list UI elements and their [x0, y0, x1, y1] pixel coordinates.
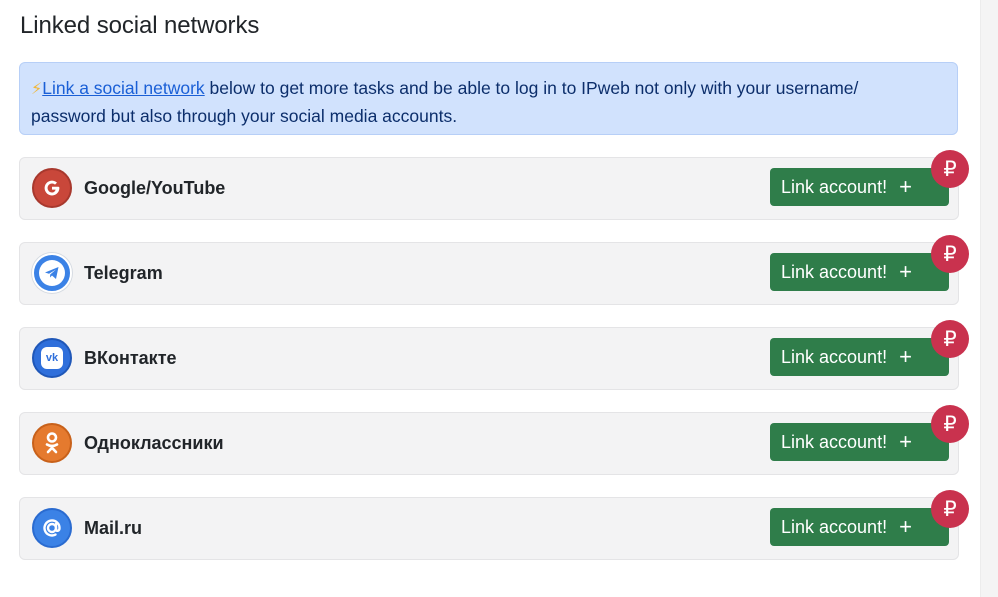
- ruble-badge-icon: ₽: [931, 235, 969, 273]
- google-icon: [32, 168, 72, 208]
- link-account-button[interactable]: Link account! +: [770, 338, 949, 376]
- network-row-odnoklassniki: Одноклассники Link account! + ₽: [19, 405, 969, 475]
- network-name: Telegram: [84, 263, 163, 283]
- link-account-button[interactable]: Link account! +: [770, 168, 949, 206]
- network-name: ВКонтакте: [84, 348, 177, 368]
- network-name: Mail.ru: [84, 518, 143, 538]
- network-row-vk: vk ВКонтакте Link account! + ₽: [19, 320, 969, 390]
- plus-icon: +: [899, 344, 912, 369]
- alert-text: below to get more tasks and be able to l…: [204, 78, 859, 98]
- link-account-button[interactable]: Link account! +: [770, 508, 949, 546]
- info-alert: ⚡Link a social network below to get more…: [19, 62, 958, 135]
- network-name: Одноклассники: [84, 433, 224, 453]
- ruble-badge-icon: ₽: [931, 150, 969, 188]
- link-account-button[interactable]: Link account! +: [770, 423, 949, 461]
- at-sign-icon: [32, 508, 72, 548]
- alert-text-2: password but also through your social me…: [31, 106, 458, 126]
- link-account-button[interactable]: Link account! +: [770, 253, 949, 291]
- ruble-badge-icon: ₽: [931, 320, 969, 358]
- network-name: Google/YouTube: [84, 178, 226, 198]
- page-title: Linked social networks: [20, 12, 260, 39]
- plus-icon: +: [899, 174, 912, 199]
- plus-icon: +: [899, 429, 912, 454]
- link-social-network-link[interactable]: Link a social network: [42, 78, 204, 98]
- vk-icon: vk: [32, 338, 72, 378]
- network-row-mailru: Mail.ru Link account! + ₽: [19, 490, 969, 560]
- lightning-icon: ⚡: [31, 81, 43, 98]
- network-row-google: Google/YouTube Link account! + ₽: [19, 150, 969, 220]
- plus-icon: +: [899, 514, 912, 539]
- telegram-icon: [32, 253, 72, 293]
- plus-icon: +: [899, 259, 912, 284]
- ruble-badge-icon: ₽: [931, 405, 969, 443]
- odnoklassniki-icon: [32, 423, 72, 463]
- network-row-telegram: Telegram Link account! + ₽: [19, 235, 969, 305]
- scrollbar-track[interactable]: [980, 0, 998, 597]
- ruble-badge-icon: ₽: [931, 490, 969, 528]
